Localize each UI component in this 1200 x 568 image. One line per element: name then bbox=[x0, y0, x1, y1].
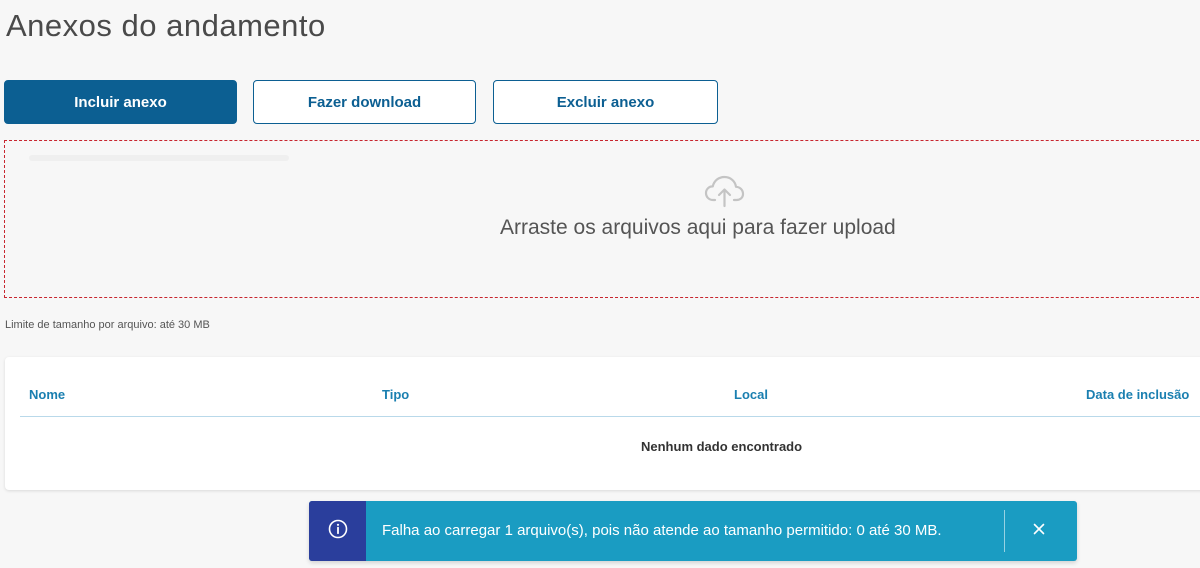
delete-attachment-button[interactable]: Excluir anexo bbox=[493, 80, 718, 124]
dropzone-placeholder bbox=[29, 155, 289, 161]
dropzone-text: Arraste os arquivos aqui para fazer uplo… bbox=[500, 216, 896, 239]
toast-divider bbox=[1004, 510, 1005, 552]
empty-table-message: Nenhum dado encontrado bbox=[641, 439, 803, 454]
column-header-name[interactable]: Nome bbox=[29, 387, 65, 402]
error-toast: Falha ao carregar 1 arquivo(s), pois não… bbox=[309, 501, 1077, 561]
cloud-upload-icon bbox=[703, 170, 747, 210]
toast-icon-container bbox=[309, 501, 366, 561]
attachments-page: Anexos do andamento Incluir anexo Fazer … bbox=[0, 0, 1200, 568]
column-header-location[interactable]: Local bbox=[734, 387, 768, 402]
page-title: Anexos do andamento bbox=[6, 8, 326, 43]
close-icon bbox=[1033, 522, 1045, 540]
column-header-date[interactable]: Data de inclusão bbox=[1086, 387, 1189, 402]
download-button[interactable]: Fazer download bbox=[253, 80, 476, 124]
toast-message: Falha ao carregar 1 arquivo(s), pois não… bbox=[382, 522, 942, 539]
table-header-divider bbox=[20, 416, 1200, 417]
attachments-table: Nome Tipo Local Data de inclusão Nenhum … bbox=[5, 357, 1200, 490]
include-attachment-button[interactable]: Incluir anexo bbox=[4, 80, 237, 124]
column-header-type[interactable]: Tipo bbox=[382, 387, 409, 402]
file-size-limit-text: Limite de tamanho por arquivo: até 30 MB bbox=[5, 319, 210, 331]
info-icon bbox=[328, 519, 348, 544]
toast-close-button[interactable] bbox=[1027, 519, 1051, 543]
